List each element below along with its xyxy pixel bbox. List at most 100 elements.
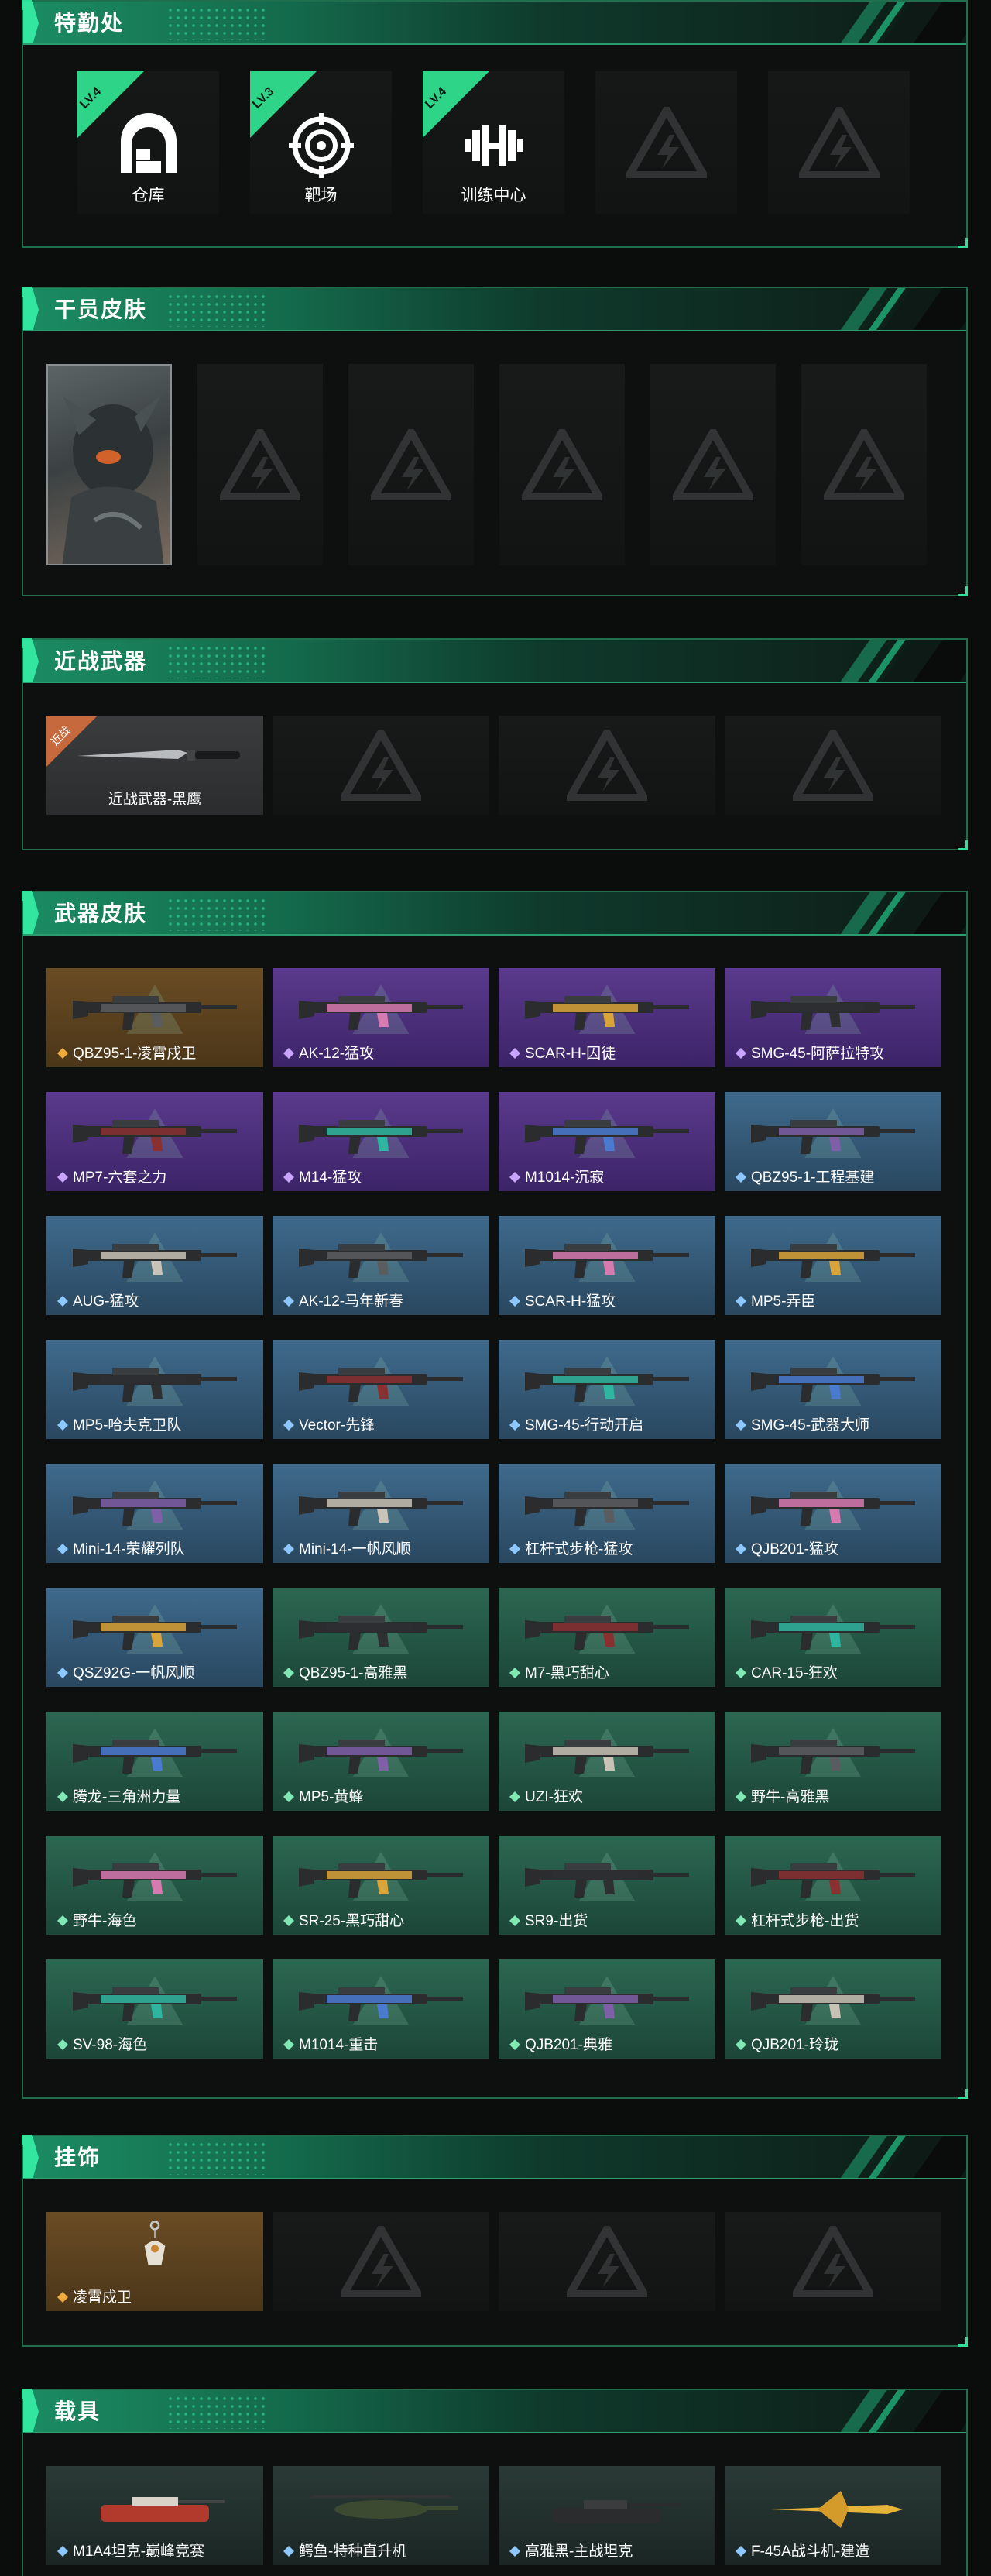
weapon-skin-card[interactable]: QBZ95-1-工程基建 xyxy=(725,1092,941,1191)
facility-card-range[interactable]: LV.3 靶场 xyxy=(250,71,392,214)
weapon-skin-name: Mini-14-一帆风顺 xyxy=(273,1537,489,1558)
operator-skin-empty xyxy=(650,364,776,565)
weapon-skin-card[interactable]: M1014-重击 xyxy=(273,1959,489,2059)
weapon-skin-name: M1014-重击 xyxy=(273,2033,489,2054)
facility-card-training[interactable]: LV.4 训练中心 xyxy=(423,71,564,214)
facility-card-warehouse[interactable]: LV.4 仓库 xyxy=(77,71,219,214)
section-header: 近战武器 xyxy=(23,640,966,683)
weapon-image xyxy=(525,1492,689,1526)
weapon-skin-card[interactable]: SR-25-黑巧甜心 xyxy=(273,1836,489,1935)
rarity-purple-icon xyxy=(736,1048,746,1059)
weapon-skin-card[interactable]: QSZ92G-一帆风顺 xyxy=(46,1588,263,1687)
charm-card[interactable]: 凌霄戍卫 xyxy=(46,2212,263,2311)
weapon-image xyxy=(751,1863,915,1898)
weapon-skin-card[interactable]: UZI-狂欢 xyxy=(499,1712,715,1811)
weapon-skin-card[interactable]: MP7-六套之力 xyxy=(46,1092,263,1191)
rarity-blue-icon xyxy=(736,1296,746,1307)
charm-name: 凌霄戍卫 xyxy=(46,2286,263,2306)
weapon-image xyxy=(73,1863,237,1898)
weapon-skin-card[interactable]: MP5-哈夫克卫队 xyxy=(46,1340,263,1439)
section-header: 武器皮肤 xyxy=(23,892,966,936)
section-header: 挂饰 xyxy=(23,2136,966,2179)
weapon-skin-name: AK-12-马年新春 xyxy=(273,1290,489,1310)
melee-section: 近战武器 近战 近战武器-黑鹰 xyxy=(22,638,968,850)
vehicle-card[interactable]: 鳄鱼-特种直升机 xyxy=(273,2466,489,2565)
vehicle-image xyxy=(771,2491,903,2528)
melee-empty xyxy=(499,716,715,815)
weapon-skin-card[interactable]: Mini-14-一帆风顺 xyxy=(273,1464,489,1563)
weapon-skin-card[interactable]: 野牛-海色 xyxy=(46,1836,263,1935)
weapon-skin-card[interactable]: 腾龙-三角洲力量 xyxy=(46,1712,263,1811)
weapon-skin-card[interactable]: 野牛-高雅黑 xyxy=(725,1712,941,1811)
vehicle-name: 高雅黑-主战坦克 xyxy=(499,2540,715,2561)
weapon-skin-card[interactable]: QJB201-猛攻 xyxy=(725,1464,941,1563)
vehicle-name: M1A4坦克-巅峰竞赛 xyxy=(46,2540,263,2561)
weapon-skin-card[interactable]: CAR-15-狂欢 xyxy=(725,1588,941,1687)
weapon-skin-card[interactable]: SCAR-H-猛攻 xyxy=(499,1216,715,1315)
vehicle-card[interactable]: M1A4坦克-巅峰竞赛 xyxy=(46,2466,263,2565)
weapon-skin-card[interactable]: 杠杆式步枪-猛攻 xyxy=(499,1464,715,1563)
facility-name: 训练中心 xyxy=(461,187,526,204)
weapon-skin-card[interactable]: QJB201-典雅 xyxy=(499,1959,715,2059)
melee-card[interactable]: 近战 近战武器-黑鹰 xyxy=(46,716,263,815)
melee-empty xyxy=(725,716,941,815)
weapon-skin-card[interactable]: 杠杆式步枪-出货 xyxy=(725,1836,941,1935)
weapon-skin-card[interactable]: SR9-出货 xyxy=(499,1836,715,1935)
weapon-skin-card[interactable]: QJB201-玲珑 xyxy=(725,1959,941,2059)
weapon-skin-card[interactable]: M1014-沉寂 xyxy=(499,1092,715,1191)
delta-logo-icon xyxy=(341,2226,421,2297)
weapon-skin-card[interactable]: SCAR-H-囚徒 xyxy=(499,968,715,1067)
operator-skins-section: 干员皮肤 xyxy=(22,287,968,596)
weapon-image xyxy=(525,1120,689,1154)
weapon-skin-card[interactable]: Vector-先锋 xyxy=(273,1340,489,1439)
header-arrow-icon xyxy=(23,2,39,43)
rarity-blue-icon xyxy=(509,1544,520,1554)
weapon-image xyxy=(525,1863,689,1898)
operator-skin-empty xyxy=(348,364,474,565)
operator-portrait xyxy=(62,393,164,564)
weapon-image xyxy=(299,1987,463,2021)
weapon-skin-card[interactable]: SMG-45-武器大师 xyxy=(725,1340,941,1439)
vehicle-card[interactable]: 高雅黑-主战坦克 xyxy=(499,2466,715,2565)
weapon-skin-name: 杠杆式步枪-猛攻 xyxy=(499,1537,715,1558)
weapon-skin-card[interactable]: M14-猛攻 xyxy=(273,1092,489,1191)
weapon-image xyxy=(751,1740,915,1774)
weapon-skin-card[interactable]: QBZ95-1-高雅黑 xyxy=(273,1588,489,1687)
rarity-green-icon xyxy=(509,2039,520,2050)
rarity-blue-icon xyxy=(283,1544,294,1554)
weapon-skin-card[interactable]: AK-12-马年新春 xyxy=(273,1216,489,1315)
charms-section: 挂饰 凌霄戍卫 xyxy=(22,2135,968,2347)
rarity-blue-icon xyxy=(736,1420,746,1431)
weapon-image xyxy=(751,1987,915,2021)
vehicle-image xyxy=(101,2497,225,2522)
weapon-image xyxy=(525,1616,689,1650)
rarity-green-icon xyxy=(283,1668,294,1678)
rarity-purple-icon xyxy=(283,1172,294,1183)
weapon-skin-card[interactable]: SV-98-海色 xyxy=(46,1959,263,2059)
operator-skin-card[interactable] xyxy=(46,364,172,565)
operator-skin-empty xyxy=(801,364,927,565)
weapon-skin-card[interactable]: SMG-45-行动开启 xyxy=(499,1340,715,1439)
weapon-skin-card[interactable]: QBZ95-1-凌霄戍卫 xyxy=(46,968,263,1067)
facility-card-empty xyxy=(595,71,737,214)
weapon-skin-name: QBZ95-1-高雅黑 xyxy=(273,1661,489,1682)
rarity-green-icon xyxy=(57,1791,68,1802)
weapon-skin-name: QBZ95-1-凌霄戍卫 xyxy=(46,1042,263,1063)
rarity-green-icon xyxy=(283,2039,294,2050)
section-title: 近战武器 xyxy=(54,648,148,674)
rarity-purple-icon xyxy=(57,1172,68,1183)
section-header: 特勤处 xyxy=(23,2,966,45)
weapon-skin-name: SV-98-海色 xyxy=(46,2033,263,2054)
weapon-skin-card[interactable]: AUG-猛攻 xyxy=(46,1216,263,1315)
weapon-skin-card[interactable]: Mini-14-荣耀列队 xyxy=(46,1464,263,1563)
weapon-skin-card[interactable]: AK-12-猛攻 xyxy=(273,968,489,1067)
delta-logo-icon xyxy=(371,429,451,500)
weapon-skin-card[interactable]: SMG-45-阿萨拉特攻 xyxy=(725,968,941,1067)
rarity-blue-icon xyxy=(509,1420,520,1431)
weapon-skin-card[interactable]: M7-黑巧甜心 xyxy=(499,1588,715,1687)
weapon-skin-card[interactable]: MP5-弄臣 xyxy=(725,1216,941,1315)
rarity-blue-icon xyxy=(57,1420,68,1431)
weapon-skin-card[interactable]: MP5-黄蜂 xyxy=(273,1712,489,1811)
section-header: 干员皮肤 xyxy=(23,288,966,331)
vehicle-card[interactable]: F-45A战斗机-建造 xyxy=(725,2466,941,2565)
